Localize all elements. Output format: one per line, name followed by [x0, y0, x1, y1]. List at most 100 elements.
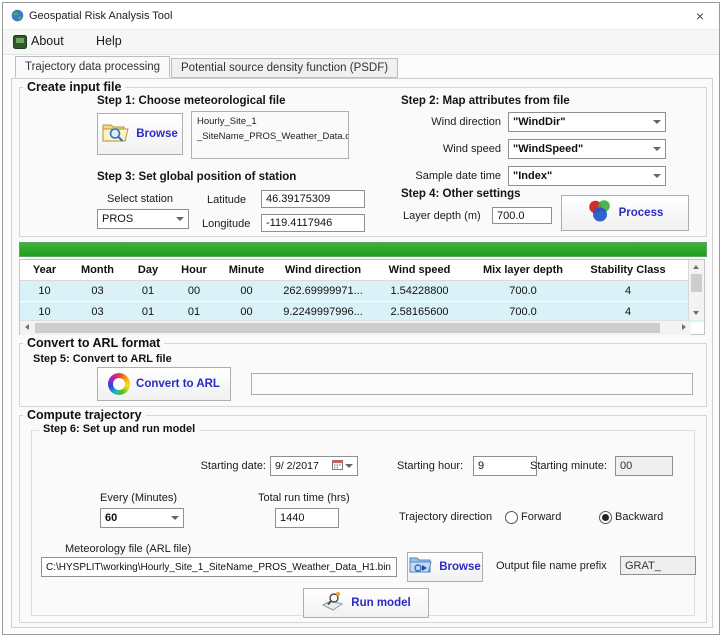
- wind-direction-select[interactable]: "WindDir": [508, 112, 666, 132]
- step5-title: Step 5: Convert to ARL file: [33, 353, 172, 365]
- folder-search-icon: [102, 121, 130, 148]
- chevron-down-icon: [653, 174, 661, 178]
- latitude-value: 46.39175309: [266, 193, 330, 205]
- starting-minute-label: Starting minute:: [530, 460, 607, 472]
- scroll-left-icon[interactable]: [25, 324, 29, 330]
- cell: 700.0: [468, 285, 578, 297]
- col-day[interactable]: Day: [126, 264, 170, 276]
- group-title-compute: Compute trajectory: [23, 408, 146, 422]
- total-run-time-value: 1440: [280, 512, 304, 524]
- tab-psdf[interactable]: Potential source density function (PSDF): [171, 58, 398, 78]
- cell: 4: [578, 285, 678, 297]
- horizontal-scroll-thumb[interactable]: [35, 323, 660, 333]
- cell: 03: [69, 306, 126, 318]
- convert-arl-button[interactable]: Convert to ARL: [97, 367, 231, 401]
- about-icon: [13, 35, 27, 54]
- arl-browse-label: Browse: [439, 561, 481, 573]
- table-vertical-scrollbar[interactable]: [688, 260, 704, 320]
- folder-arrow-icon: [409, 555, 433, 579]
- chevron-down-icon: [653, 147, 661, 151]
- run-model-icon: [321, 591, 345, 616]
- col-month[interactable]: Month: [69, 264, 126, 276]
- backward-label: Backward: [615, 511, 663, 523]
- step1-title: Step 1: Choose meteorological file: [97, 95, 286, 107]
- cell: 00: [170, 285, 218, 297]
- scroll-up-icon[interactable]: [693, 265, 699, 269]
- met-file-label: Meteorology file (ARL file): [65, 543, 191, 555]
- arl-progress-bar: [251, 373, 693, 395]
- starting-date-label: Starting date:: [178, 460, 266, 472]
- starting-hour-value: 9: [478, 460, 484, 472]
- menu-item-about[interactable]: About: [31, 34, 64, 48]
- col-year[interactable]: Year: [20, 264, 69, 276]
- title-bar: Geospatial Risk Analysis Tool ×: [3, 3, 719, 30]
- station-select[interactable]: PROS: [97, 209, 189, 229]
- cell: 01: [126, 306, 170, 318]
- starting-hour-label: Starting hour:: [397, 460, 463, 472]
- tab-trajectory-data-processing[interactable]: Trajectory data processing: [15, 56, 170, 78]
- every-minutes-select[interactable]: 60: [100, 508, 184, 528]
- col-stability-class[interactable]: Stability Class: [578, 264, 678, 276]
- step4-title: Step 4: Other settings: [401, 188, 521, 200]
- process-button[interactable]: Process: [561, 195, 689, 231]
- output-prefix-value: GRAT_: [625, 560, 661, 572]
- starting-hour-field[interactable]: 9: [473, 456, 537, 476]
- cell: 700.0: [468, 306, 578, 318]
- run-model-button[interactable]: Run model: [303, 588, 429, 618]
- col-hour[interactable]: Hour: [170, 264, 218, 276]
- sample-date-time-value: "Index": [513, 170, 552, 182]
- group-title-create-input: Create input file: [23, 80, 125, 94]
- arl-browse-button[interactable]: Browse: [407, 552, 483, 582]
- vertical-scroll-thumb[interactable]: [691, 274, 702, 292]
- output-prefix-label: Output file name prefix: [496, 560, 607, 572]
- col-wind-speed[interactable]: Wind speed: [371, 264, 468, 276]
- wind-direction-label: Wind direction: [391, 116, 501, 128]
- starting-minute-field[interactable]: 00: [615, 456, 673, 476]
- every-minutes-value: 60: [105, 512, 117, 524]
- latitude-field[interactable]: 46.39175309: [261, 190, 365, 208]
- met-file-value: C:\HYSPLIT\working\Hourly_Site_1_SiteNam…: [46, 562, 391, 573]
- wind-speed-select[interactable]: "WindSpeed": [508, 139, 666, 159]
- total-run-time-field[interactable]: 1440: [275, 508, 339, 528]
- meteo-browse-button[interactable]: Browse: [97, 113, 183, 155]
- cell: 262.69999971...: [275, 285, 371, 297]
- meteo-browse-label: Browse: [136, 128, 178, 140]
- wind-speed-label: Wind speed: [391, 143, 501, 155]
- menu-item-help[interactable]: Help: [96, 34, 122, 48]
- menu-bar: About Help: [3, 30, 719, 55]
- select-station-label: Select station: [107, 193, 173, 205]
- rgb-circles-icon: [587, 199, 613, 228]
- run-model-label: Run model: [351, 597, 410, 609]
- cell: 10: [20, 285, 69, 297]
- col-mix-layer-depth[interactable]: Mix layer depth: [468, 264, 578, 276]
- layer-depth-field[interactable]: 700.0: [492, 207, 552, 224]
- starting-date-picker[interactable]: 9/ 2/2017: [270, 456, 358, 476]
- chevron-down-icon: [171, 516, 179, 520]
- table-row[interactable]: 10 03 01 00 00 262.69999971... 1.5422880…: [20, 281, 704, 302]
- forward-radio[interactable]: [505, 511, 518, 524]
- scroll-right-icon[interactable]: [682, 324, 686, 330]
- col-wind-direction[interactable]: Wind direction: [275, 264, 371, 276]
- table-horizontal-scrollbar[interactable]: [20, 320, 691, 335]
- cell: 01: [126, 285, 170, 297]
- station-value: PROS: [102, 213, 133, 225]
- sample-date-time-select[interactable]: "Index": [508, 166, 666, 186]
- app-window: Geospatial Risk Analysis Tool × About He…: [2, 2, 720, 635]
- chevron-down-icon: [653, 120, 661, 124]
- layer-depth-value: 700.0: [497, 210, 525, 222]
- cell: 2.58165600: [371, 306, 468, 318]
- output-prefix-field[interactable]: GRAT_: [620, 556, 696, 575]
- meteo-file-line1: Hourly_Site_1: [197, 115, 343, 130]
- met-file-field[interactable]: C:\HYSPLIT\working\Hourly_Site_1_SiteNam…: [41, 557, 397, 577]
- color-wheel-icon: [108, 373, 130, 395]
- cell: 10: [20, 306, 69, 318]
- total-run-time-label: Total run time (hrs): [258, 492, 350, 504]
- longitude-field[interactable]: -119.4117946: [261, 214, 365, 232]
- col-minute[interactable]: Minute: [218, 264, 275, 276]
- close-icon[interactable]: ×: [683, 3, 717, 29]
- trajectory-direction-label: Trajectory direction: [399, 511, 492, 523]
- wind-direction-value: "WindDir": [513, 116, 566, 128]
- backward-radio[interactable]: [599, 511, 612, 524]
- scroll-down-icon[interactable]: [693, 311, 699, 315]
- meteo-file-name: Hourly_Site_1 _SiteName_PROS_Weather_Dat…: [191, 111, 349, 159]
